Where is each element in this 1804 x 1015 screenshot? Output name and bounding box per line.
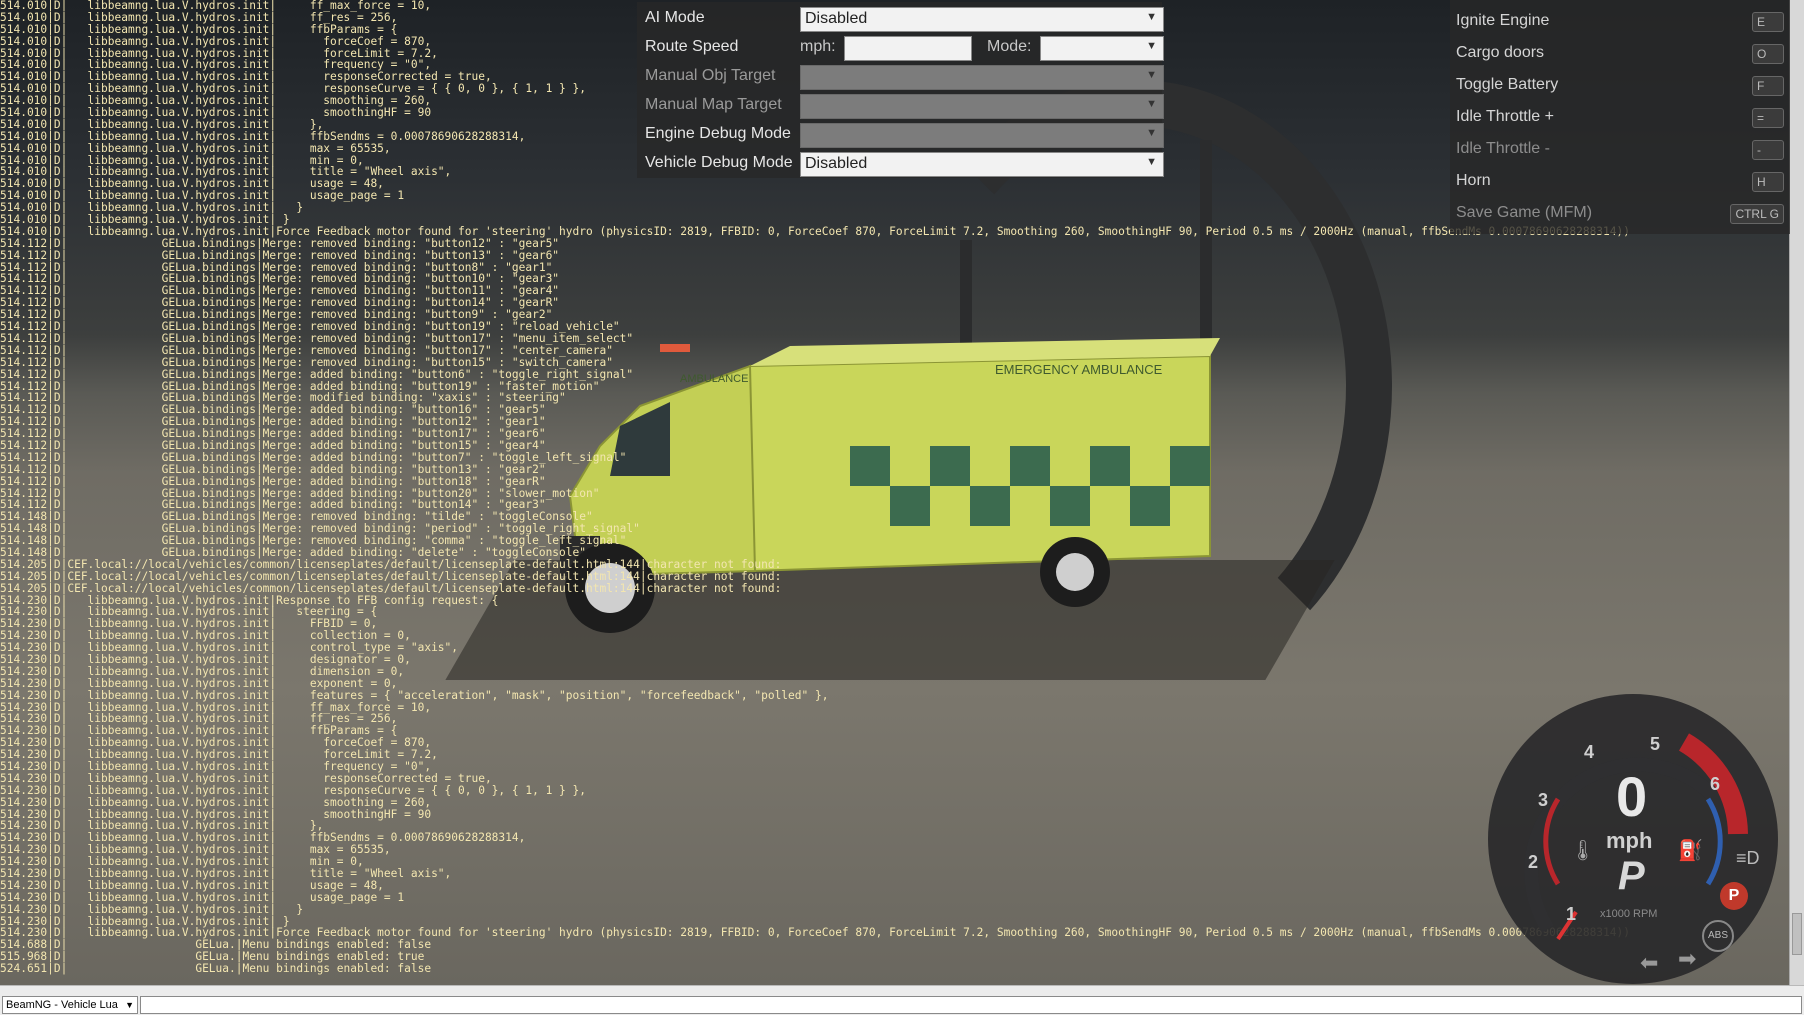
scrollbar-thumb[interactable] xyxy=(1792,913,1802,955)
keyboard-shortcut-badge: = xyxy=(1752,108,1784,128)
manual-obj-label: Manual Obj Target xyxy=(645,67,776,84)
ai-mode-value: Disabled xyxy=(805,10,868,27)
rpm-tick: 3 xyxy=(1538,790,1549,810)
vehicle-actions-panel: Ignite Engine E Cargo doors O Toggle Bat… xyxy=(1450,0,1790,234)
engine-debug-label: Engine Debug Mode xyxy=(645,125,791,142)
fuel-icon: ⛽ xyxy=(1678,840,1703,862)
route-speed-input[interactable] xyxy=(844,36,972,61)
rpm-tick: 6 xyxy=(1710,774,1721,794)
action-label: Ignite Engine xyxy=(1456,12,1550,29)
mph-label: mph: xyxy=(800,38,836,55)
route-mode-select[interactable]: ▼ xyxy=(1040,36,1164,61)
console-input-bar: BeamNG - Vehicle Lua ▼ xyxy=(0,985,1804,1015)
console-log-line: 514.112|D| GELua.bindings|Merge: removed… xyxy=(0,248,560,262)
vehicle-debug-row: Vehicle Debug Mode Disabled ▼ xyxy=(641,152,1164,177)
action-label: Cargo doors xyxy=(1456,44,1545,61)
vehicle-debug-select[interactable]: Disabled ▼ xyxy=(800,152,1164,177)
headlight-icon: ≡D xyxy=(1736,848,1760,868)
route-speed-row: Route Speed mph: Mode: ▼ xyxy=(641,36,1164,61)
rpm-tick: 5 xyxy=(1650,734,1661,754)
chevron-down-icon: ▼ xyxy=(1146,11,1157,23)
mode-label: Mode: xyxy=(987,38,1032,55)
console-log-line: 514.112|D| GELua.bindings|Merge: removed… xyxy=(0,343,613,357)
rpm-tick: 2 xyxy=(1528,852,1539,872)
console-log-line: 514.230|D| libbeamng.lua.V.hydros.init| … xyxy=(0,664,405,678)
keyboard-shortcut-badge: CTRL G xyxy=(1730,204,1784,224)
gear-indicator: P xyxy=(1618,854,1645,898)
rpm-tick: 1 xyxy=(1566,904,1577,924)
keyboard-shortcut-badge: H xyxy=(1752,172,1784,192)
keyboard-shortcut-badge: - xyxy=(1752,140,1784,160)
chevron-down-icon: ▼ xyxy=(1146,40,1157,52)
action-horn[interactable]: Horn H xyxy=(1454,168,1784,198)
ai-debug-panel: AI Mode Disabled ▼ Route Speed mph: Mode… xyxy=(637,2,1164,178)
engine-debug-select[interactable]: ▼ xyxy=(800,123,1164,148)
manual-map-label: Manual Map Target xyxy=(645,96,782,113)
action-cargo-doors[interactable]: Cargo doors O xyxy=(1454,40,1784,70)
console-log-line: 514.112|D| GELua.bindings|Merge: removed… xyxy=(0,355,613,369)
parking-brake-badge: P xyxy=(1720,882,1748,910)
speed-readout: 0 xyxy=(1616,765,1648,828)
manual-obj-row: Manual Obj Target ▼ xyxy=(641,65,1164,90)
ai-mode-label: AI Mode xyxy=(645,9,705,26)
console-scrollbar[interactable] xyxy=(1789,0,1804,985)
keyboard-shortcut-badge: E xyxy=(1752,12,1784,32)
console-command-input[interactable] xyxy=(140,996,1802,1014)
chevron-down-icon: ▼ xyxy=(1146,156,1157,168)
rpm-tick: 4 xyxy=(1584,742,1595,762)
ai-mode-select[interactable]: Disabled ▼ xyxy=(800,7,1164,32)
turn-right-icon: ➡ xyxy=(1678,946,1697,971)
speed-unit: mph xyxy=(1606,828,1653,853)
manual-map-row: Manual Map Target ▼ xyxy=(641,94,1164,119)
console-log-line: 514.205|D|CEF.local://local/vehicles/com… xyxy=(0,581,782,595)
vehicle-debug-label: Vehicle Debug Mode xyxy=(645,154,793,171)
action-label: Idle Throttle - xyxy=(1456,140,1550,157)
action-ignite-engine[interactable]: Ignite Engine E xyxy=(1454,8,1784,38)
manual-obj-select[interactable]: ▼ xyxy=(800,65,1164,90)
lua-context-select[interactable]: BeamNG - Vehicle Lua ▼ xyxy=(2,996,138,1014)
action-idle-throttle-minus[interactable]: Idle Throttle - - xyxy=(1454,136,1784,166)
console-log-line: 514.205|D|CEF.local://local/vehicles/com… xyxy=(0,569,782,583)
console-log-line: 514.205|D|CEF.local://local/vehicles/com… xyxy=(0,557,782,571)
action-idle-throttle-plus[interactable]: Idle Throttle + = xyxy=(1454,104,1784,134)
action-label: Toggle Battery xyxy=(1456,76,1559,93)
chevron-down-icon: ▼ xyxy=(1146,98,1157,110)
action-toggle-battery[interactable]: Toggle Battery F xyxy=(1454,72,1784,102)
turn-left-icon: ⬅ xyxy=(1640,950,1659,975)
manual-map-select[interactable]: ▼ xyxy=(800,94,1164,119)
console-log-line: 514.112|D| GELua.bindings|Merge: added b… xyxy=(0,450,627,464)
keyboard-shortcut-badge: O xyxy=(1752,44,1784,64)
abs-badge: ABS xyxy=(1702,920,1734,952)
action-label: Save Game (MFM) xyxy=(1456,204,1593,221)
temperature-icon: 🌡 xyxy=(1570,840,1596,862)
action-label: Horn xyxy=(1456,172,1491,189)
speedometer-gauge: 1 2 3 4 5 6 0 mph P x1000 RPM 🌡 ⛽ ≡D P A… xyxy=(1488,694,1778,984)
chevron-down-icon: ▼ xyxy=(1146,69,1157,81)
console-log-line: 514.112|D| GELua.bindings|Merge: added b… xyxy=(0,462,546,476)
route-speed-label: Route Speed xyxy=(645,38,739,55)
action-save-game[interactable]: Save Game (MFM) CTRL G xyxy=(1454,200,1784,230)
console-log-line: 514.112|D| GELua.bindings|Merge: added b… xyxy=(0,474,546,488)
ai-mode-row: AI Mode Disabled ▼ xyxy=(641,7,1164,32)
keyboard-shortcut-badge: F xyxy=(1752,76,1784,96)
console-log-line: 514.230|D| libbeamng.lua.V.hydros.init| … xyxy=(0,676,398,690)
engine-debug-row: Engine Debug Mode ▼ xyxy=(641,123,1164,148)
chevron-down-icon: ▼ xyxy=(1146,127,1157,139)
rpm-scale-label: x1000 RPM xyxy=(1600,908,1658,920)
console-log-line: 514.112|D| GELua.bindings|Merge: added b… xyxy=(0,367,634,381)
console-log-line: 514.112|D| GELua.bindings|Merge: removed… xyxy=(0,236,560,250)
chevron-down-icon: ▼ xyxy=(125,1000,134,1010)
vehicle-debug-value: Disabled xyxy=(805,155,868,172)
lua-context-value: BeamNG - Vehicle Lua xyxy=(6,999,118,1011)
action-label: Idle Throttle + xyxy=(1456,108,1554,125)
